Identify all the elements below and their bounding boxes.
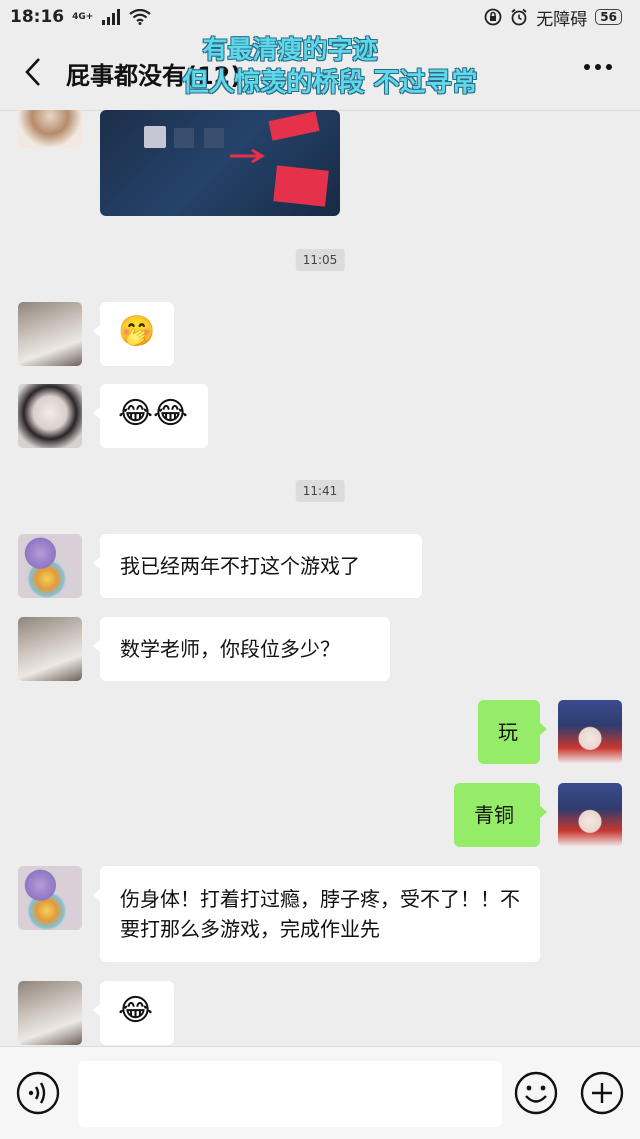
dot-icon [606, 64, 612, 70]
voice-icon [16, 1071, 60, 1115]
emoji-button[interactable] [514, 1071, 558, 1115]
rotation-lock-icon [484, 8, 502, 26]
image-thumb [204, 128, 224, 148]
avatar-self[interactable] [558, 783, 622, 847]
timestamp: 11:41 [295, 480, 345, 502]
input-bar [0, 1046, 640, 1139]
battery-badge: 56 [595, 9, 622, 25]
back-button[interactable] [18, 54, 48, 90]
image-thumb [174, 128, 194, 148]
avatar[interactable] [18, 302, 82, 366]
avatar[interactable] [18, 110, 82, 148]
image-thumb [144, 126, 166, 148]
overlay-caption-line1: 有最清瘦的字迹 [202, 35, 378, 64]
wifi-icon [129, 9, 152, 25]
message-bubble[interactable]: 🤭 [93, 302, 174, 366]
status-bar: 18:16 4G+ 无障碍 56 [0, 0, 640, 34]
message-bubble[interactable]: 数学老师，你段位多少？ [93, 617, 390, 681]
more-options-button[interactable] [584, 64, 612, 70]
network-type: 4G+ [72, 11, 94, 22]
dot-icon [595, 64, 601, 70]
image-message[interactable] [100, 110, 340, 216]
image-scribble [273, 165, 329, 207]
dot-icon [584, 64, 590, 70]
overlay-caption-line2: 但人惊羡的桥段 不过寻常 [182, 68, 478, 98]
avatar[interactable] [18, 617, 82, 681]
message-bubble[interactable]: 我已经两年不打这个游戏了 [93, 534, 422, 598]
chat-area[interactable]: 11:05 🤭 😂😂 11:41 我已经两年不打这个游戏了 数学老师，你段位多少… [0, 110, 640, 1046]
timestamp: 11:05 [295, 249, 345, 271]
message-bubble[interactable]: 伤身体！打着打过瘾，脖子疼，受不了！！不要打那么多游戏，完成作业先 [93, 866, 540, 962]
avatar[interactable] [18, 384, 82, 448]
plus-icon [580, 1071, 624, 1115]
avatar-self[interactable] [558, 700, 622, 764]
message-input[interactable] [78, 1061, 502, 1127]
avatar[interactable] [18, 866, 82, 930]
more-functions-button[interactable] [580, 1071, 624, 1115]
smiley-icon [514, 1071, 558, 1115]
message-bubble-self[interactable]: 青铜 [454, 783, 547, 847]
message-bubble-self[interactable]: 玩 [478, 700, 547, 764]
alarm-icon [511, 8, 527, 26]
status-time: 18:16 [10, 7, 65, 27]
signal-icon [102, 9, 121, 25]
avatar[interactable] [18, 534, 82, 598]
arrow-icon [230, 148, 265, 164]
image-scribble [268, 111, 320, 141]
accessibility-label: 无障碍 [536, 9, 588, 30]
message-bubble[interactable]: 😂 [93, 981, 174, 1045]
chevron-left-icon [25, 58, 40, 86]
message-bubble[interactable]: 😂😂 [93, 384, 208, 448]
avatar[interactable] [18, 981, 82, 1045]
voice-button[interactable] [16, 1071, 60, 1115]
